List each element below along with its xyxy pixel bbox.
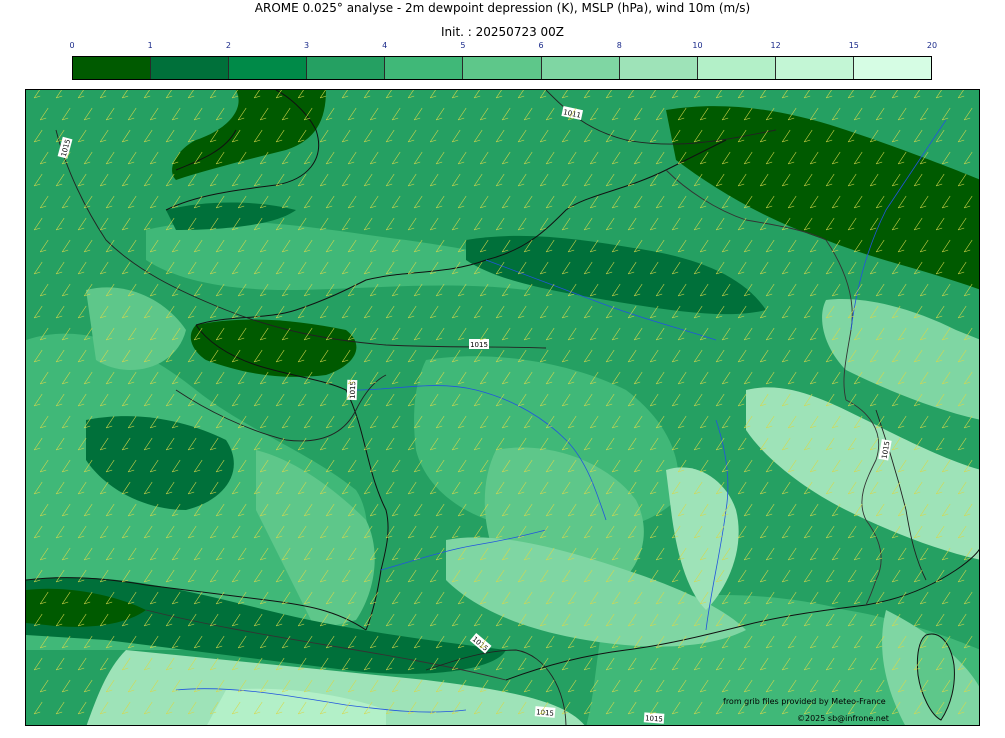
map-title: AROME 0.025° analyse - 2m dewpoint depre… — [254, 1, 751, 15]
colorbar-tick: 2 — [225, 41, 231, 50]
colorbar-segment — [463, 57, 542, 79]
colorbar-tick: 3 — [303, 41, 310, 50]
colorbar-tick: 20 — [926, 41, 938, 50]
colorbar-segment — [541, 57, 620, 79]
colorbar-segment — [307, 57, 386, 79]
colorbar-ticks: 0 1 2 3 4 5 6 8 10 12 15 20 — [69, 41, 937, 53]
colorbar-tick: 15 — [848, 41, 859, 50]
colorbar-tick: 10 — [692, 41, 703, 50]
map-panel: 1015 1011 1015 1015 1015 1015 1015 1015 — [25, 89, 980, 726]
isobar-label: 1015 — [534, 706, 556, 718]
colorbar-tick: 5 — [460, 41, 466, 50]
map-canvas: 1015 1011 1015 1015 1015 1015 1015 1015 — [26, 90, 979, 725]
colorbar — [72, 56, 932, 80]
colorbar-tick: 1 — [147, 41, 153, 50]
colorbar-segment — [73, 57, 152, 79]
svg-text:1015: 1015 — [645, 714, 663, 723]
author-credit: ©2025 sb@infrone.net — [797, 714, 889, 723]
source-credit: from grib files provided by Meteo-France — [723, 697, 886, 706]
colorbar-segment — [151, 57, 230, 79]
colorbar-segment — [229, 57, 308, 79]
colorbar-tick: 8 — [616, 41, 622, 50]
isobar-label: 1015 — [643, 712, 665, 724]
colorbar-tick: 4 — [382, 41, 388, 50]
colorbar-segment — [697, 57, 776, 79]
colorbar-segment — [619, 57, 698, 79]
colorbar-segment — [775, 57, 854, 79]
colorbar-segment — [385, 57, 464, 79]
svg-text:1015: 1015 — [536, 708, 554, 718]
colorbar-tick: 0 — [69, 41, 75, 50]
colorbar-tick: 12 — [770, 41, 781, 50]
colorbar-segment — [853, 57, 932, 79]
init-time: Init. : 20250723 00Z — [440, 25, 565, 39]
isobar-label: 1015 — [469, 339, 489, 349]
colorbar-tick: 6 — [538, 41, 544, 50]
svg-text:1015: 1015 — [470, 341, 488, 349]
